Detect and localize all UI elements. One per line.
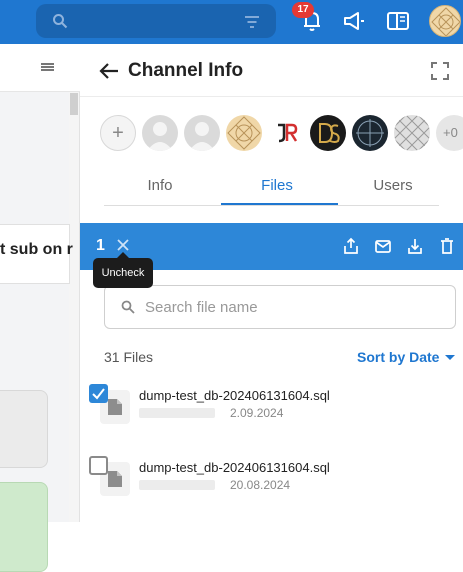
clear-selection-icon[interactable] (116, 238, 130, 252)
panel-title: Channel Info (128, 60, 244, 81)
member-avatar[interactable] (184, 115, 220, 151)
tab-users[interactable]: Users (337, 177, 449, 194)
member-avatars: + +0 (100, 115, 463, 153)
file-date: 20.08.2024 (230, 478, 291, 492)
menu-icon[interactable] (41, 63, 54, 71)
member-avatar[interactable] (310, 115, 346, 151)
global-search-box[interactable] (36, 4, 276, 38)
file-name: dump-test_db-202406131604.sql (139, 460, 330, 475)
search-icon (121, 300, 135, 314)
back-arrow-icon[interactable] (98, 60, 120, 82)
file-search-input[interactable]: Search file name (104, 285, 456, 329)
trash-icon[interactable] (438, 237, 456, 255)
panel-tabs: Info Files Users (104, 166, 439, 206)
uncheck-tooltip: Uncheck (93, 252, 153, 288)
scrollbar-track[interactable] (69, 92, 79, 522)
channel-info-panel: Channel Info + +0 Info Files Users 1 Sea… (80, 44, 463, 522)
file-name: dump-test_db-202406131604.sql (139, 388, 330, 403)
sort-dropdown[interactable]: Sort by Date (357, 349, 439, 365)
tab-info[interactable]: Info (104, 177, 216, 194)
share-icon[interactable] (342, 237, 360, 255)
member-avatar[interactable] (142, 115, 178, 151)
download-icon[interactable] (406, 237, 424, 255)
mail-icon[interactable] (374, 237, 392, 255)
file-row[interactable]: dump-test_db-202406131604.sql 20.08.2024 (80, 456, 463, 512)
sidebar-icon[interactable] (385, 8, 411, 34)
top-bar: 17 (0, 0, 463, 44)
file-uploader (139, 480, 215, 490)
message-bubble-own (0, 482, 48, 572)
file-count: 31 Files (104, 349, 154, 365)
more-members-button[interactable]: +0 (436, 115, 463, 151)
message-bubble (0, 390, 48, 468)
member-avatar[interactable] (226, 115, 262, 151)
file-search-placeholder: Search file name (145, 299, 258, 316)
scrollbar-thumb[interactable] (70, 93, 78, 115)
member-avatar[interactable] (352, 115, 388, 151)
file-icon (108, 399, 122, 415)
tab-files[interactable]: Files (221, 177, 333, 194)
file-row[interactable]: dump-test_db-202406131604.sql 2.09.2024 (80, 384, 463, 440)
file-date: 2.09.2024 (230, 406, 284, 420)
expand-icon[interactable] (430, 61, 450, 81)
member-avatar[interactable] (394, 115, 430, 151)
filter-icon[interactable] (244, 15, 260, 29)
chevron-down-icon[interactable] (445, 355, 455, 360)
add-member-button[interactable]: + (100, 115, 136, 151)
notification-badge: 17 (292, 2, 314, 18)
search-icon (53, 14, 68, 29)
file-checkbox-unchecked[interactable] (89, 456, 108, 475)
chat-panel: t sub on r (0, 44, 80, 572)
member-avatar[interactable] (268, 115, 304, 151)
megaphone-icon[interactable] (341, 8, 367, 34)
user-avatar[interactable] (429, 5, 461, 37)
file-icon (108, 471, 122, 487)
file-uploader (139, 408, 215, 418)
message-snippet: t sub on r (0, 241, 73, 258)
file-checkbox-checked[interactable] (89, 384, 108, 403)
active-tab-indicator (221, 203, 338, 205)
header-divider (80, 96, 463, 97)
chat-header (0, 44, 80, 92)
selected-count: 1 (96, 237, 105, 254)
